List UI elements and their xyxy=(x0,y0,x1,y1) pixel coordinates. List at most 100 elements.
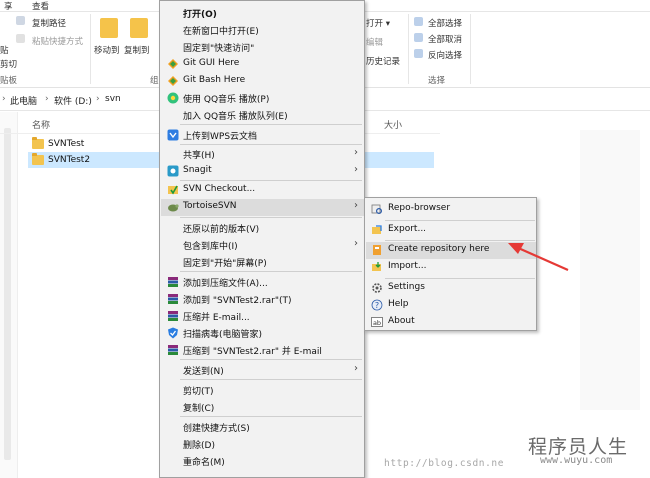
menu-label: 在新窗口中打开(E) xyxy=(183,27,259,37)
paste-shortcut-button[interactable]: 粘贴快捷方式 xyxy=(32,35,83,47)
tortoisesvn-submenu: Repo-browser Export... Create repository… xyxy=(364,197,537,331)
tab-share[interactable]: 享 xyxy=(4,0,13,12)
menu-restore-previous[interactable]: 还原以前的版本(V) xyxy=(161,220,364,237)
repo-browser-icon xyxy=(371,204,383,215)
column-name[interactable]: 名称 xyxy=(32,118,50,131)
snagit-icon xyxy=(167,165,179,177)
menu-share[interactable]: 共享(H) › xyxy=(161,146,364,163)
svn-checkout-icon xyxy=(168,185,178,195)
menu-compress-rar-email[interactable]: 压缩到 "SVNTest2.rar" 并 E-mail xyxy=(161,342,364,359)
git-gui-icon xyxy=(168,59,178,69)
winrar-icon xyxy=(168,345,178,355)
submenu-arrow-icon: › xyxy=(354,164,358,175)
menu-upload-wps[interactable]: 上传到WPS云文档 xyxy=(161,127,364,144)
menu-qq-music-queue[interactable]: 加入 QQ音乐 播放队列(E) xyxy=(161,107,364,124)
submenu-label: Settings xyxy=(388,282,425,292)
menu-include-library[interactable]: 包含到库中(I) › xyxy=(161,237,364,254)
menu-delete[interactable]: 删除(D) xyxy=(161,436,364,453)
cut-button[interactable]: 剪切 xyxy=(0,58,17,70)
submenu-import[interactable]: Import... xyxy=(366,259,536,276)
menu-svn-checkout[interactable]: SVN Checkout... xyxy=(161,182,364,199)
history-button[interactable]: 历史记录 xyxy=(366,55,400,67)
select-all-button[interactable]: 全部选择 xyxy=(428,17,462,29)
invert-select-button[interactable]: 反向选择 xyxy=(428,49,462,61)
menu-rename[interactable]: 重命名(M) xyxy=(161,453,364,470)
menu-open-new-window[interactable]: 在新窗口中打开(E) xyxy=(161,22,364,39)
menu-pin-start[interactable]: 固定到"开始"屏幕(P) xyxy=(161,254,364,271)
menu-label: 删除(D) xyxy=(183,441,215,451)
menu-label: Snagit xyxy=(183,165,212,175)
submenu-create-repository[interactable]: Create repository here xyxy=(366,242,536,259)
menu-copy[interactable]: 复制(C) xyxy=(161,399,364,416)
winrar-icon xyxy=(168,311,178,321)
menu-add-rar[interactable]: 添加到 "SVNTest2.rar"(T) xyxy=(161,291,364,308)
menu-git-bash[interactable]: Git Bash Here xyxy=(161,73,364,90)
group-clipboard: 贴板 xyxy=(0,76,18,86)
menu-snagit[interactable]: Snagit › xyxy=(161,163,364,180)
group-organize: 组 xyxy=(150,76,159,86)
menu-label: 重命名(M) xyxy=(183,458,225,468)
file-name: SVNTest xyxy=(48,139,85,149)
menu-label: 添加到 "SVNTest2.rar"(T) xyxy=(183,296,292,306)
navigation-pane xyxy=(0,112,18,478)
shield-icon xyxy=(168,327,178,339)
submenu-help[interactable]: ? Help xyxy=(366,297,536,314)
submenu-label: Repo-browser xyxy=(388,203,451,213)
submenu-repo-browser[interactable]: Repo-browser xyxy=(366,201,536,218)
submenu-about[interactable]: ab About xyxy=(366,314,536,331)
copy-to-icon xyxy=(130,18,148,38)
edit-button[interactable]: 编辑 xyxy=(366,36,383,48)
invert-select-icon xyxy=(414,49,423,58)
menu-scan-virus[interactable]: 扫描病毒(电脑管家) xyxy=(161,325,364,342)
help-icon: ? xyxy=(371,299,383,311)
menu-label: 剪切(T) xyxy=(183,387,214,397)
nav-scrollbar[interactable] xyxy=(4,128,11,460)
menu-send-to[interactable]: 发送到(N) › xyxy=(161,362,364,379)
menu-compress-email[interactable]: 压缩并 E-mail... xyxy=(161,308,364,325)
column-size[interactable]: 大小 xyxy=(384,118,402,131)
winrar-icon xyxy=(168,277,178,287)
submenu-arrow-icon: › xyxy=(354,200,358,211)
tab-view[interactable]: 查看 xyxy=(32,0,49,12)
crumb-drive-d[interactable]: 软件 (D:) xyxy=(54,94,92,107)
crumb-svn[interactable]: svn xyxy=(105,94,121,104)
menu-cut[interactable]: 剪切(T) xyxy=(161,382,364,399)
menu-create-shortcut[interactable]: 创建快捷方式(S) xyxy=(161,419,364,436)
menu-label: Git GUI Here xyxy=(183,58,240,68)
menu-git-gui[interactable]: Git GUI Here xyxy=(161,56,364,73)
menu-tortoisesvn[interactable]: TortoiseSVN › xyxy=(161,199,364,216)
menu-pin-quick-access[interactable]: 固定到"快速访问" xyxy=(161,39,364,56)
menu-add-archive[interactable]: 添加到压缩文件(A)... xyxy=(161,274,364,291)
menu-label: Git Bash Here xyxy=(183,75,246,85)
winrar-icon xyxy=(168,294,178,304)
menu-label: 复制(C) xyxy=(183,404,215,414)
file-name: SVNTest2 xyxy=(48,155,91,165)
site-watermark-url: www.wuyu.com xyxy=(540,455,613,466)
move-to-button[interactable]: 移动到 xyxy=(94,44,120,56)
menu-open[interactable]: 打开(O) xyxy=(161,5,364,22)
crumb-this-pc[interactable]: 此电脑 xyxy=(10,94,37,107)
menu-label: 使用 QQ音乐 播放(P) xyxy=(183,95,270,105)
copy-to-button[interactable]: 复制到 xyxy=(124,44,150,56)
crumb-separator: › xyxy=(2,94,6,104)
import-icon xyxy=(372,262,381,271)
submenu-settings[interactable]: Settings xyxy=(366,280,536,297)
move-to-icon xyxy=(100,18,118,38)
menu-label: TortoiseSVN xyxy=(183,201,237,211)
open-button[interactable]: 打开 ▾ xyxy=(366,17,390,29)
copy-path-button[interactable]: 复制路径 xyxy=(32,17,66,29)
submenu-label: Help xyxy=(388,299,409,309)
svg-text:ab: ab xyxy=(373,319,381,327)
submenu-arrow-icon: › xyxy=(354,238,358,249)
qq-music-icon xyxy=(167,92,179,104)
submenu-export[interactable]: Export... xyxy=(366,222,536,239)
paste-label[interactable]: 贴 xyxy=(0,44,9,56)
menu-label: 扫描病毒(电脑管家) xyxy=(183,330,263,340)
menu-label: 上传到WPS云文档 xyxy=(183,132,258,142)
crumb-separator: › xyxy=(96,94,100,104)
menu-label: 包含到库中(I) xyxy=(183,242,238,252)
menu-label: 加入 QQ音乐 播放队列(E) xyxy=(183,112,288,122)
select-none-button[interactable]: 全部取消 xyxy=(428,33,462,45)
folder-icon xyxy=(32,137,44,149)
menu-qq-music-play[interactable]: 使用 QQ音乐 播放(P) xyxy=(161,90,364,107)
